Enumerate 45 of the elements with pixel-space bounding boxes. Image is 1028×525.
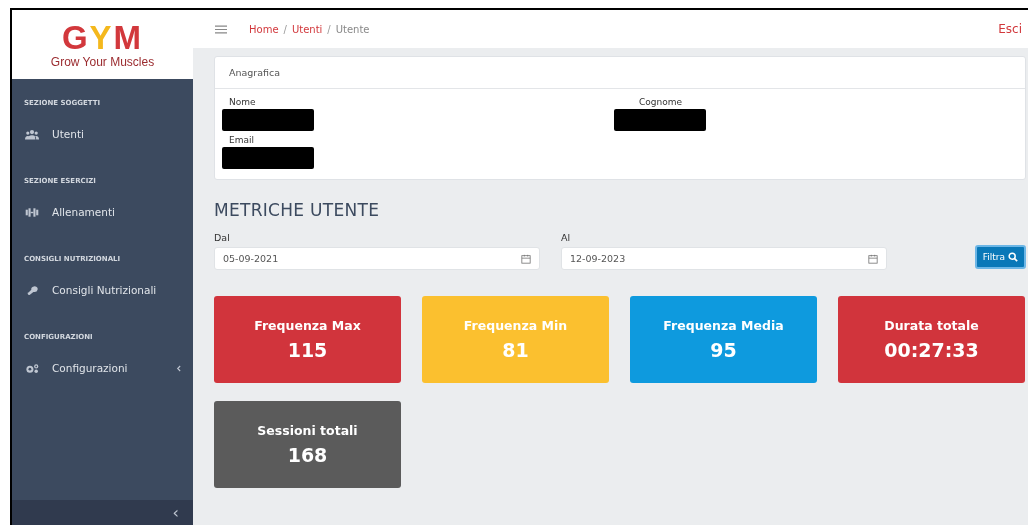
sidebar-item-label: Consigli Nutrizionali bbox=[52, 284, 158, 296]
section-title: METRICHE UTENTE bbox=[214, 200, 381, 220]
dumbbell-icon bbox=[25, 206, 39, 218]
metric-label: Sessioni totali bbox=[257, 423, 358, 438]
logo-wordmark: GYM bbox=[61, 20, 144, 55]
sidebar-item[interactable]: Consigli Nutrizionali bbox=[12, 271, 193, 309]
search-icon bbox=[1008, 252, 1018, 262]
calendar-icon bbox=[521, 253, 531, 264]
breadcrumb-item[interactable]: Utenti bbox=[291, 23, 323, 35]
sidebar-item[interactable]: Configurazioni bbox=[12, 349, 193, 387]
metric-value: 81 bbox=[502, 339, 529, 361]
logout-link[interactable]: Esci bbox=[998, 22, 1022, 36]
breadcrumb-separator: / bbox=[327, 23, 331, 35]
metric-value: 168 bbox=[287, 444, 328, 466]
metric-value: 95 bbox=[710, 339, 737, 361]
chevron-left-icon bbox=[176, 364, 181, 372]
sidebar-item-label: Utenti bbox=[52, 128, 85, 140]
breadcrumb-item[interactable]: Utente bbox=[335, 23, 370, 35]
date-field[interactable]: 05-09-2021 bbox=[214, 247, 540, 270]
breadcrumb-item[interactable]: Home bbox=[249, 23, 279, 35]
breadcrumb-separator: / bbox=[283, 23, 287, 35]
metric-value: 115 bbox=[287, 339, 328, 361]
calendar-icon bbox=[868, 253, 878, 264]
gears-icon bbox=[25, 362, 39, 374]
metric-label: Frequenza Max bbox=[254, 318, 361, 333]
metric-label: Frequenza Min bbox=[463, 318, 568, 333]
sidebar-item-label: Configurazioni bbox=[52, 362, 129, 374]
date-label: Al bbox=[561, 232, 572, 243]
sidebar-item-label: Allenamenti bbox=[52, 206, 116, 218]
sidebar-item[interactable]: Utenti bbox=[12, 115, 193, 153]
field-label: Cognome bbox=[638, 97, 684, 107]
menu-icon[interactable] bbox=[215, 24, 227, 34]
date-field[interactable]: 12-09-2023 bbox=[561, 247, 887, 270]
field-label: Email bbox=[228, 135, 255, 145]
logo-tagline: Grow Your Muscles bbox=[50, 54, 155, 69]
collapse-sidebar-button[interactable]: ‹ bbox=[158, 503, 193, 522]
field-label: Nome bbox=[228, 97, 257, 107]
filter-button[interactable]: Filtra bbox=[974, 245, 1026, 269]
metric-label: Frequenza Media bbox=[663, 318, 784, 333]
metric-label: Durata totale bbox=[884, 318, 979, 333]
users-icon bbox=[25, 128, 39, 140]
profile-card-title: Anagrafica bbox=[215, 57, 1025, 89]
sidebar-item[interactable]: Allenamenti bbox=[12, 193, 193, 231]
metric-value: 00:27:33 bbox=[884, 339, 979, 361]
date-label: Dal bbox=[214, 232, 231, 243]
